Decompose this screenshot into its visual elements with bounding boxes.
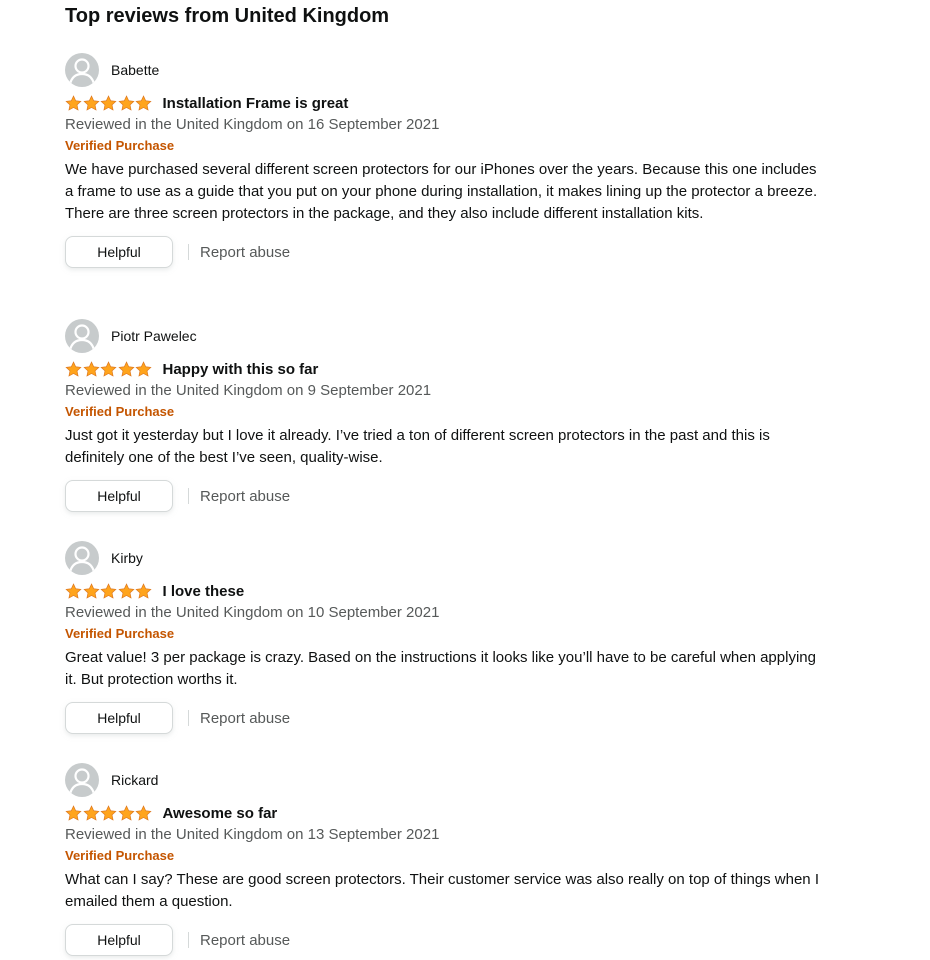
avatar — [65, 541, 99, 575]
star-icon — [117, 804, 135, 821]
star-rating[interactable] — [65, 804, 153, 822]
review-date: Reviewed in the United Kingdom on 9 Sept… — [65, 382, 432, 399]
report-abuse-link[interactable]: Report abuse — [200, 710, 290, 727]
review-body: Just got it yesterday but I love it alre… — [65, 427, 770, 466]
reviewer-name: Rickard — [111, 772, 159, 788]
reviewer-profile[interactable]: Kirby — [65, 541, 825, 575]
star-icon — [100, 582, 117, 599]
reviewer-name: Kirby — [111, 550, 143, 566]
verified-purchase-badge: Verified Purchase — [65, 404, 175, 419]
verified-purchase-badge: Verified Purchase — [65, 138, 175, 153]
star-icon — [135, 94, 152, 111]
review-date: Reviewed in the United Kingdom on 13 Sep… — [65, 826, 440, 843]
divider — [188, 244, 189, 260]
default-avatar-icon — [68, 768, 96, 795]
star-icon — [117, 582, 135, 599]
review-body: What can I say? These are good screen pr… — [65, 871, 819, 910]
review-title[interactable]: Happy with this so far — [163, 361, 319, 378]
star-icon — [100, 804, 117, 821]
default-avatar-icon — [68, 58, 96, 85]
report-abuse-link[interactable]: Report abuse — [200, 488, 290, 505]
star-icon — [65, 582, 82, 599]
default-avatar-icon — [68, 324, 96, 351]
review-card: Rickard Awesome so far Reviewed in the U… — [65, 763, 825, 957]
star-rating[interactable] — [65, 582, 153, 600]
review-title[interactable]: I love these — [163, 583, 245, 600]
review-title[interactable]: Awesome so far — [163, 805, 278, 822]
star-icon — [100, 94, 117, 111]
star-rating[interactable] — [65, 360, 153, 378]
review-body: Great value! 3 per package is crazy. Bas… — [65, 649, 816, 688]
verified-purchase-badge: Verified Purchase — [65, 626, 175, 641]
section-title: Top reviews from United Kingdom — [65, 5, 390, 27]
review-card: Babette Installation Frame is great Revi… — [65, 53, 825, 269]
divider — [188, 932, 189, 948]
star-icon — [82, 360, 100, 377]
divider — [188, 488, 189, 504]
review-date: Reviewed in the United Kingdom on 16 Sep… — [65, 116, 440, 133]
helpful-button[interactable]: Helpful — [65, 924, 173, 956]
star-icon — [82, 804, 100, 821]
star-icon — [117, 94, 135, 111]
reviewer-profile[interactable]: Rickard — [65, 763, 825, 797]
verified-purchase-badge: Verified Purchase — [65, 848, 175, 863]
avatar — [65, 53, 99, 87]
review-title[interactable]: Installation Frame is great — [163, 95, 349, 112]
avatar — [65, 319, 99, 353]
report-abuse-link[interactable]: Report abuse — [200, 244, 290, 261]
star-icon — [82, 94, 100, 111]
helpful-button[interactable]: Helpful — [65, 702, 173, 734]
reviewer-profile[interactable]: Piotr Pawelec — [65, 319, 825, 353]
review-card: Piotr Pawelec Happy with this so far Rev… — [65, 319, 825, 513]
helpful-button[interactable]: Helpful — [65, 236, 173, 268]
reviewer-name: Piotr Pawelec — [111, 328, 197, 344]
star-icon — [65, 360, 82, 377]
review-body: We have purchased several different scre… — [65, 161, 818, 222]
review-date: Reviewed in the United Kingdom on 10 Sep… — [65, 604, 440, 621]
reviewer-name: Babette — [111, 62, 160, 78]
star-icon — [135, 582, 152, 599]
report-abuse-link[interactable]: Report abuse — [200, 932, 290, 949]
star-icon — [65, 804, 82, 821]
reviewer-profile[interactable]: Babette — [65, 53, 825, 87]
default-avatar-icon — [68, 546, 96, 573]
star-rating[interactable] — [65, 94, 153, 112]
helpful-button[interactable]: Helpful — [65, 480, 173, 512]
star-icon — [135, 360, 152, 377]
review-card: Kirby I love these Reviewed in the Unite… — [65, 541, 825, 735]
star-icon — [100, 360, 117, 377]
star-icon — [135, 804, 152, 821]
star-icon — [82, 582, 100, 599]
divider — [188, 710, 189, 726]
star-icon — [117, 360, 135, 377]
avatar — [65, 763, 99, 797]
star-icon — [65, 94, 82, 111]
